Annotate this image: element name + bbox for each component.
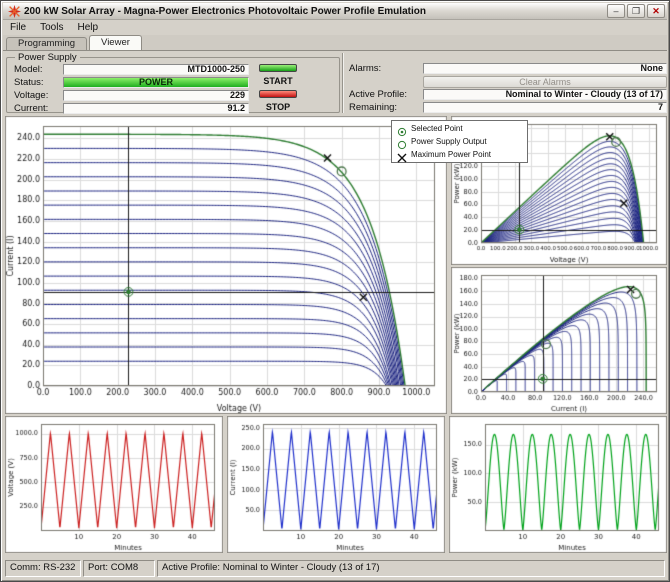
legend-label: Maximum Power Point	[411, 150, 492, 159]
menu-tools[interactable]: Tools	[33, 21, 70, 34]
menu-file[interactable]: File	[3, 21, 33, 34]
status-comm: Comm: RS-232	[5, 560, 81, 577]
control-panel: Power Supply Model: Status: Voltage: Cur…	[3, 51, 667, 115]
clear-alarms-button[interactable]: Clear Alarms	[423, 76, 667, 88]
power-trend-chart	[449, 416, 667, 553]
status-active-profile: Active Profile: Nominal to Winter - Clou…	[157, 560, 665, 577]
model-value: MTD1000-250	[63, 64, 249, 75]
maximum-power-point-icon	[396, 150, 408, 162]
pi-curve-chart[interactable]	[451, 267, 667, 414]
legend-item: Maximum Power Point	[392, 148, 527, 162]
status-port: Port: COM8	[83, 560, 155, 577]
maximize-button-icon[interactable]: ❐	[627, 4, 645, 18]
voltage-trend-chart	[5, 416, 223, 553]
status-power-bar: POWER	[63, 77, 249, 88]
power-supply-group-title: Power Supply	[15, 52, 80, 63]
model-label: Model:	[14, 64, 43, 75]
power-supply-groupbox: Power Supply Model: Status: Voltage: Cur…	[6, 52, 340, 114]
active-profile-value: Nominal to Winter - Cloudy (13 of 17)	[423, 89, 667, 100]
voltage-value: 229	[63, 90, 249, 101]
menu-help[interactable]: Help	[70, 21, 105, 34]
start-led-icon	[259, 64, 297, 72]
minimize-button-icon[interactable]: –	[607, 4, 625, 18]
remaining-value: 7	[423, 102, 667, 113]
current-label: Current:	[14, 103, 49, 114]
alarms-value: None	[423, 63, 667, 74]
legend-item: Power Supply Output	[392, 135, 527, 149]
stop-button[interactable]: STOP	[258, 102, 298, 113]
start-button[interactable]: START	[258, 76, 298, 87]
chart-legend: Selected Point Power Supply Output Maximum…	[391, 120, 528, 163]
remaining-label: Remaining:	[349, 102, 398, 113]
menu-bar: File Tools Help	[3, 20, 667, 35]
legend-label: Power Supply Output	[411, 137, 487, 146]
alarms-label: Alarms:	[349, 63, 382, 74]
tab-programming[interactable]: Programming	[6, 37, 88, 50]
voltage-label: Voltage:	[14, 90, 49, 101]
window-title: 200 kW Solar Array - Magna-Power Electro…	[24, 5, 426, 17]
status-label: Status:	[14, 77, 44, 88]
app-window: 200 kW Solar Array - Magna-Power Electro…	[0, 0, 670, 582]
selected-point-icon	[396, 124, 408, 136]
tab-viewer[interactable]: Viewer	[89, 35, 142, 50]
status-bar: Comm: RS-232 Port: COM8 Active Profile: …	[3, 557, 667, 579]
iv-curve-chart[interactable]	[5, 116, 447, 414]
current-trend-chart	[227, 416, 445, 553]
power-supply-output-icon	[396, 137, 408, 149]
app-icon	[8, 4, 21, 18]
current-value: 91.2	[63, 103, 249, 114]
tab-strip: Programming Viewer	[3, 35, 667, 51]
stop-led-icon	[259, 90, 297, 98]
legend-label: Selected Point	[411, 124, 463, 133]
active-profile-label: Active Profile:	[349, 89, 408, 100]
charts-area: Selected Point Power Supply Output Maximum…	[3, 115, 667, 555]
panel-divider	[342, 53, 344, 113]
title-bar: 200 kW Solar Array - Magna-Power Electro…	[3, 3, 667, 20]
window-controls: – ❐ ✕	[607, 4, 665, 18]
close-button-icon[interactable]: ✕	[647, 4, 665, 18]
legend-item: Selected Point	[392, 122, 527, 136]
